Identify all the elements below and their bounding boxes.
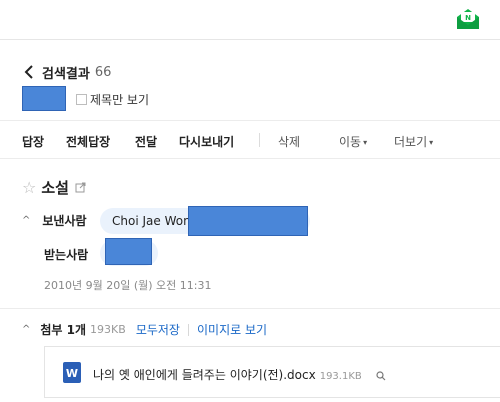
more-label: 더보기 <box>394 135 428 149</box>
toolbar-divider <box>259 133 260 147</box>
redacted-block <box>188 206 308 236</box>
move-label: 이동 <box>339 135 362 149</box>
sender-name[interactable]: Choi Jae Won <box>112 214 191 228</box>
mail-subject: 소설 <box>41 179 69 197</box>
chevron-up-icon[interactable]: ^ <box>22 215 30 226</box>
result-count: 66 <box>94 64 112 80</box>
attachment-item[interactable]: W 나의 옛 애인에게 들려주는 이야기(전).docx 193.1KB <box>44 346 500 398</box>
link-divider <box>187 323 189 336</box>
back-to-results[interactable]: 검색결과 66 <box>22 63 112 82</box>
file-size: 193.1KB <box>319 371 362 382</box>
reply-button[interactable]: 답장 <box>22 133 44 150</box>
from-row: ^ 보낸사람 <box>22 212 87 229</box>
star-icon[interactable]: ☆ <box>22 178 36 197</box>
subject-only-toggle[interactable]: 제목만 보기 <box>76 91 149 108</box>
to-row: 받는사람 <box>44 246 88 263</box>
subject-row: ☆ 소설 <box>22 177 86 198</box>
more-button[interactable]: 더보기 ▾ <box>394 133 433 150</box>
back-label: 검색결과 <box>42 66 90 82</box>
svg-text:W: W <box>66 367 78 380</box>
subject-only-checkbox[interactable] <box>76 94 87 105</box>
divider <box>0 308 500 309</box>
caret-down-icon: ▾ <box>363 138 368 147</box>
mail-date: 2010년 9월 20일 (월) 오전 11:31 <box>44 279 212 292</box>
external-link-icon[interactable] <box>75 182 86 193</box>
attachment-file-name[interactable]: 나의 옛 애인에게 들려주는 이야기(전).docx 193.1KB <box>93 366 386 383</box>
search-icon[interactable] <box>375 370 386 381</box>
chevron-up-icon[interactable]: ^ <box>22 324 30 335</box>
delete-button[interactable]: 삭제 <box>278 133 300 150</box>
redacted-block <box>105 238 152 265</box>
attachment-total-size: 193KB <box>90 323 126 336</box>
word-doc-icon: W <box>63 362 81 383</box>
resend-button[interactable]: 다시보내기 <box>179 133 234 150</box>
reply-all-button[interactable]: 전체답장 <box>66 133 110 150</box>
view-as-image-link[interactable]: 이미지로 보기 <box>197 321 267 338</box>
redacted-block <box>22 86 66 111</box>
from-label: 보낸사람 <box>42 214 87 228</box>
attachment-header: ^ 첨부 1개 193KB 모두저장 이미지로 보기 <box>22 321 267 338</box>
forward-button[interactable]: 전달 <box>135 133 157 150</box>
chevron-left-icon <box>24 65 33 79</box>
file-name-text: 나의 옛 애인에게 들려주는 이야기(전).docx <box>93 368 316 382</box>
envelope-icon[interactable]: N <box>456 8 480 30</box>
top-bar: N <box>0 0 500 40</box>
svg-text:N: N <box>465 14 471 22</box>
subject-only-label: 제목만 보기 <box>90 93 150 107</box>
save-all-link[interactable]: 모두저장 <box>136 321 180 338</box>
caret-down-icon: ▾ <box>429 138 434 147</box>
attachment-count: 첨부 1개 <box>40 323 87 337</box>
to-label: 받는사람 <box>44 248 89 262</box>
move-button[interactable]: 이동 ▾ <box>339 133 367 150</box>
mail-toolbar: 답장 전체답장 전달 다시보내기 삭제 이동 ▾ 더보기 ▾ <box>0 120 500 159</box>
